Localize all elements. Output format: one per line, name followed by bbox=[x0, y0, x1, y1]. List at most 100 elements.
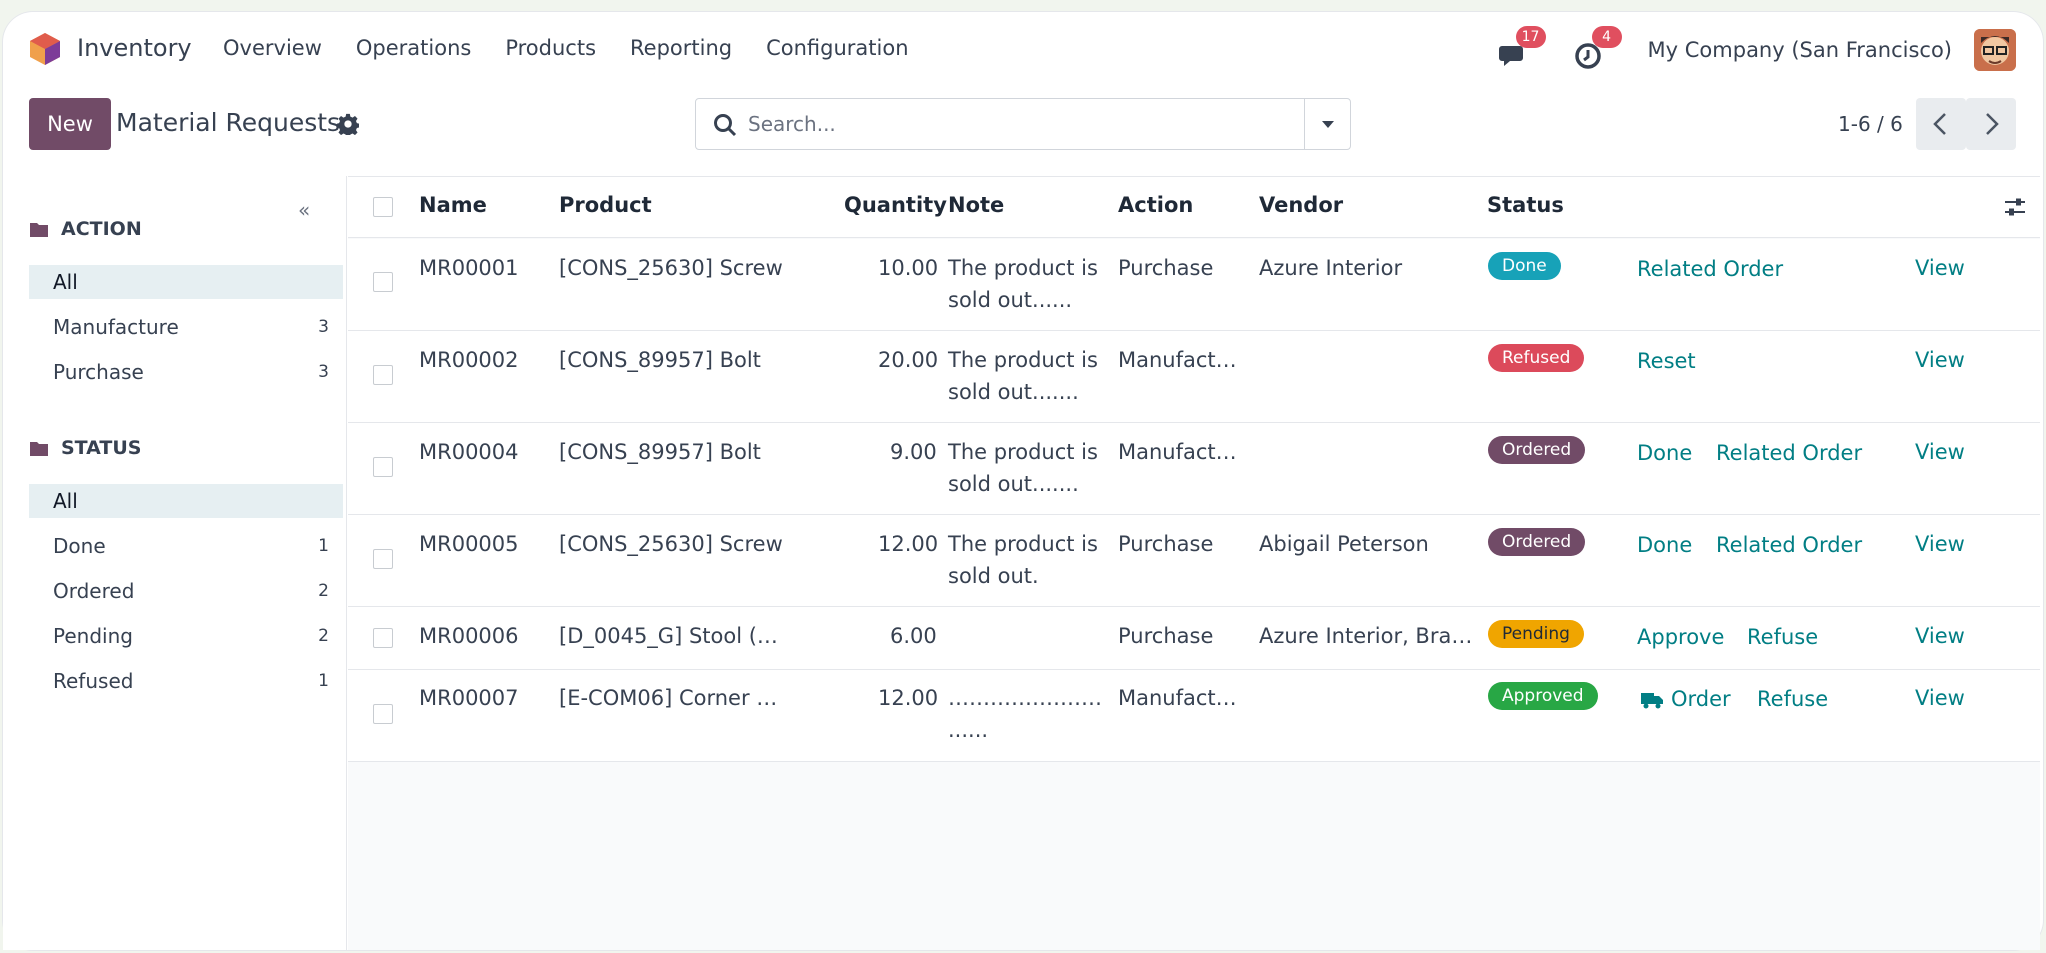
cell-action: Manufact… bbox=[1118, 440, 1237, 464]
action-filter-all[interactable]: All bbox=[29, 265, 343, 299]
cell-vendor: Azure Interior, Bra… bbox=[1259, 624, 1473, 648]
menu-operations[interactable]: Operations bbox=[356, 36, 471, 60]
done-button[interactable]: Done bbox=[1637, 441, 1692, 465]
avatar[interactable] bbox=[1974, 29, 2016, 71]
app-logo-icon[interactable] bbox=[29, 32, 61, 66]
cell-note: sold out...... bbox=[948, 288, 1073, 312]
cell-note: ………………………… bbox=[948, 686, 1100, 710]
table-row[interactable] bbox=[348, 670, 2040, 762]
filter-count: 3 bbox=[318, 362, 329, 382]
cell-vendor: Abigail Peterson bbox=[1259, 532, 1429, 556]
action-filter-purchase[interactable]: Purchase 3 bbox=[29, 355, 343, 389]
column-product[interactable]: Product bbox=[559, 193, 652, 217]
column-action[interactable]: Action bbox=[1118, 193, 1193, 217]
cell-product: [D_0045_G] Stool (… bbox=[559, 624, 778, 648]
cell-name: MR00001 bbox=[419, 256, 519, 280]
cell-name: MR00005 bbox=[419, 532, 519, 556]
cell-quantity: 20.00 bbox=[878, 348, 939, 372]
view-button[interactable]: View bbox=[1915, 624, 1965, 648]
status-filter-ordered[interactable]: Ordered 2 bbox=[29, 574, 343, 608]
status-badge: Pending bbox=[1488, 620, 1584, 648]
status-badge: Ordered bbox=[1488, 436, 1586, 464]
cell-note: The product is bbox=[948, 532, 1098, 556]
search-options-toggle[interactable] bbox=[1304, 99, 1350, 149]
row-checkbox[interactable] bbox=[373, 457, 393, 477]
search-input[interactable] bbox=[748, 109, 1278, 139]
activities-badge: 4 bbox=[1591, 26, 1622, 48]
company-switcher[interactable]: My Company (San Francisco) bbox=[1648, 38, 1952, 62]
page-title: Material Requests bbox=[116, 108, 341, 137]
related-order-button[interactable]: Related Order bbox=[1716, 441, 1862, 465]
cell-note: sold out....... bbox=[948, 380, 1079, 404]
view-button[interactable]: View bbox=[1915, 256, 1965, 280]
folder-icon bbox=[30, 442, 48, 456]
column-status[interactable]: Status bbox=[1487, 193, 1564, 217]
filter-count: 2 bbox=[318, 626, 329, 646]
main-menu: Overview Operations Products Reporting C… bbox=[223, 36, 943, 60]
order-button[interactable]: Order bbox=[1671, 687, 1731, 711]
table-row[interactable] bbox=[348, 239, 2040, 331]
cell-product: [CONS_25630] Screw bbox=[559, 256, 783, 280]
table-row[interactable] bbox=[348, 331, 2040, 423]
action-filter-manufacture[interactable]: Manufacture 3 bbox=[29, 310, 343, 344]
related-order-button[interactable]: Related Order bbox=[1637, 257, 1783, 281]
new-button[interactable]: New bbox=[29, 98, 111, 150]
select-all-checkbox[interactable] bbox=[373, 197, 393, 217]
column-note[interactable]: Note bbox=[948, 193, 1004, 217]
row-checkbox[interactable] bbox=[373, 365, 393, 385]
menu-reporting[interactable]: Reporting bbox=[630, 36, 732, 60]
cell-note: ...... bbox=[948, 718, 989, 742]
status-badge: Ordered bbox=[1488, 528, 1586, 556]
row-checkbox[interactable] bbox=[373, 704, 393, 724]
status-filter-pending[interactable]: Pending 2 bbox=[29, 619, 343, 653]
view-button[interactable]: View bbox=[1915, 532, 1965, 556]
chevron-left-icon bbox=[1933, 113, 1946, 135]
table-row[interactable] bbox=[348, 515, 2040, 607]
column-quantity[interactable]: Quantity bbox=[844, 193, 947, 217]
double-chevron-left-icon[interactable]: « bbox=[298, 198, 310, 222]
cell-quantity: 12.00 bbox=[878, 686, 939, 710]
cell-name: MR00006 bbox=[419, 624, 519, 648]
messages-badge: 17 bbox=[1515, 26, 1546, 48]
status-badge: Done bbox=[1488, 252, 1561, 280]
status-filter-refused[interactable]: Refused 1 bbox=[29, 664, 343, 698]
refuse-button[interactable]: Refuse bbox=[1757, 687, 1828, 711]
reset-button[interactable]: Reset bbox=[1637, 349, 1696, 373]
sliders-icon[interactable] bbox=[2003, 195, 2027, 219]
filter-count: 1 bbox=[318, 536, 329, 556]
status-filter-all[interactable]: All bbox=[29, 484, 343, 518]
menu-products[interactable]: Products bbox=[505, 36, 596, 60]
table-row[interactable] bbox=[348, 423, 2040, 515]
cell-name: MR00002 bbox=[419, 348, 519, 372]
column-vendor[interactable]: Vendor bbox=[1259, 193, 1343, 217]
pager-next-button[interactable] bbox=[1966, 98, 2016, 150]
cell-quantity: 12.00 bbox=[878, 532, 939, 556]
cell-quantity: 10.00 bbox=[878, 256, 939, 280]
cell-action: Purchase bbox=[1118, 624, 1214, 648]
menu-configuration[interactable]: Configuration bbox=[766, 36, 908, 60]
cell-action: Purchase bbox=[1118, 532, 1214, 556]
status-filter-done[interactable]: Done 1 bbox=[29, 529, 343, 563]
pager-previous-button[interactable] bbox=[1916, 98, 1966, 150]
approve-button[interactable]: Approve bbox=[1637, 625, 1724, 649]
row-checkbox[interactable] bbox=[373, 272, 393, 292]
refuse-button[interactable]: Refuse bbox=[1747, 625, 1818, 649]
truck-icon bbox=[1641, 693, 1663, 709]
cell-name: MR00007 bbox=[419, 686, 519, 710]
view-button[interactable]: View bbox=[1915, 686, 1965, 710]
gear-icon[interactable] bbox=[337, 113, 359, 135]
view-button[interactable]: View bbox=[1915, 348, 1965, 372]
related-order-button[interactable]: Related Order bbox=[1716, 533, 1862, 557]
activities-button[interactable]: 4 bbox=[1572, 26, 1622, 69]
menu-overview[interactable]: Overview bbox=[223, 36, 322, 60]
cell-quantity: 6.00 bbox=[890, 624, 937, 648]
row-checkbox[interactable] bbox=[373, 549, 393, 569]
pager-value[interactable]: 1-6 / 6 bbox=[1838, 112, 1903, 136]
app-name[interactable]: Inventory bbox=[77, 34, 192, 62]
view-button[interactable]: View bbox=[1915, 440, 1965, 464]
column-name[interactable]: Name bbox=[419, 193, 487, 217]
done-button[interactable]: Done bbox=[1637, 533, 1692, 557]
messages-button[interactable]: 17 bbox=[1496, 26, 1546, 68]
search-box bbox=[695, 98, 1351, 150]
row-checkbox[interactable] bbox=[373, 628, 393, 648]
